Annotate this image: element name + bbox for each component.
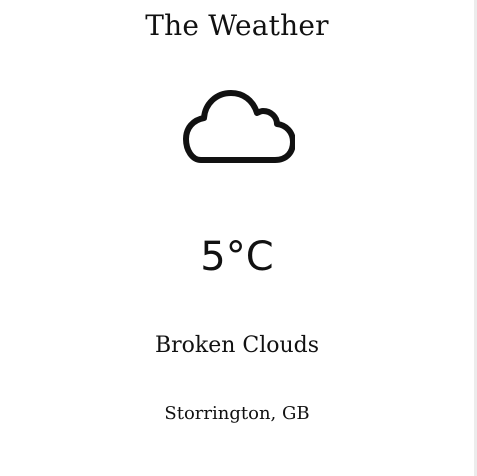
temperature-value: 5°C: [200, 234, 274, 280]
weather-app: The Weather 5°C Broken Clouds Storringto…: [0, 0, 474, 476]
cloud-icon: [183, 88, 295, 166]
location-label: Storrington, GB: [164, 403, 310, 424]
weather-condition: Broken Clouds: [154, 333, 320, 358]
app-title: The Weather: [145, 9, 329, 42]
